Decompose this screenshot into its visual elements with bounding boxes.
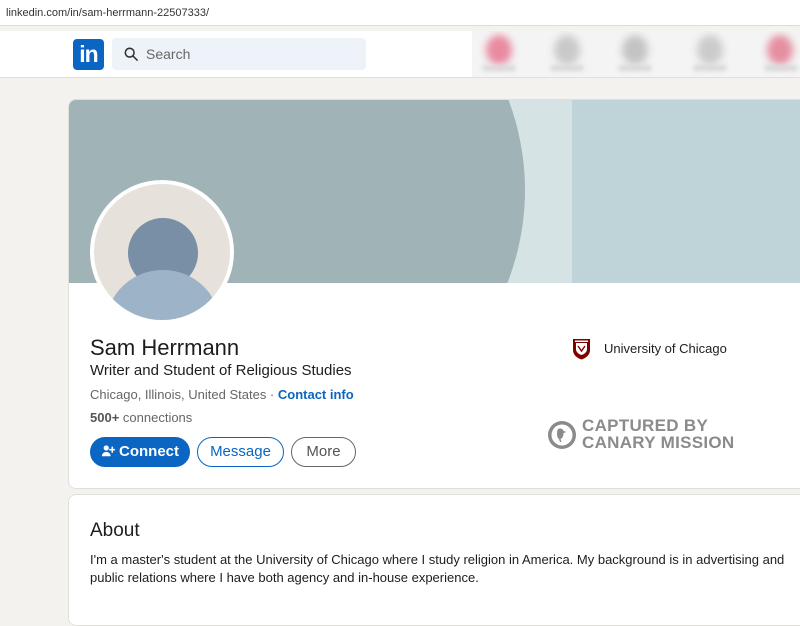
nav-label-placeholder (764, 65, 798, 71)
search-box[interactable] (112, 38, 366, 70)
linkedin-logo-icon[interactable]: in (73, 39, 104, 70)
profile-location: Chicago, Illinois, United States · Conta… (90, 387, 354, 402)
uchicago-crest-icon (573, 339, 590, 360)
connections-label: connections (119, 410, 193, 425)
nav-label-placeholder (693, 65, 727, 71)
cover-shape (572, 100, 800, 283)
nav-messaging-icon[interactable] (697, 35, 723, 65)
profile-avatar[interactable] (90, 180, 234, 324)
url-text[interactable]: linkedin.com/in/sam-herrmann-22507333/ (6, 7, 209, 19)
canary-mission-watermark: CAPTURED BY CANARY MISSION (547, 417, 747, 457)
location-text: Chicago, Illinois, United States (90, 387, 267, 402)
connect-button[interactable]: Connect (90, 437, 190, 467)
more-label: More (306, 443, 341, 460)
about-text: I'm a master's student at the University… (90, 552, 785, 585)
contact-info-link[interactable]: Contact info (278, 387, 354, 402)
blurred-nav-icons (472, 31, 800, 77)
logo-text: in (79, 41, 98, 67)
nav-me-icon[interactable] (767, 35, 793, 65)
connections-number: 500+ (90, 410, 120, 425)
profile-name: Sam Herrmann (90, 335, 240, 360)
nav-network-icon[interactable] (554, 35, 580, 65)
connect-label: Connect (119, 443, 179, 460)
browser-url-bar[interactable]: linkedin.com/in/sam-herrmann-22507333/ (0, 0, 800, 26)
canary-bird-icon (548, 421, 576, 449)
more-button[interactable]: More (291, 437, 356, 467)
search-input[interactable] (146, 38, 356, 70)
add-person-icon (101, 445, 115, 457)
nav-label-placeholder (482, 65, 516, 71)
profile-headline: Writer and Student of Religious Studies (90, 362, 352, 379)
nav-notification-icon[interactable] (486, 35, 512, 65)
about-title: About (90, 520, 140, 541)
education-name: University of Chicago (604, 341, 727, 356)
message-label: Message (210, 443, 271, 460)
search-icon (124, 47, 138, 61)
avatar-placeholder-body (106, 270, 220, 320)
location-separator: · (266, 387, 278, 402)
nav-label-placeholder (550, 65, 584, 71)
nav-label-placeholder (618, 65, 652, 71)
connections-count[interactable]: 500+ connections (90, 410, 192, 425)
watermark-text: CAPTURED BY CANARY MISSION (582, 417, 735, 451)
nav-jobs-icon[interactable] (622, 35, 648, 65)
watermark-line1: CAPTURED BY (582, 416, 709, 435)
message-button[interactable]: Message (197, 437, 284, 467)
linkedin-navbar: in (0, 31, 800, 78)
watermark-line2: CANARY MISSION (582, 433, 735, 452)
